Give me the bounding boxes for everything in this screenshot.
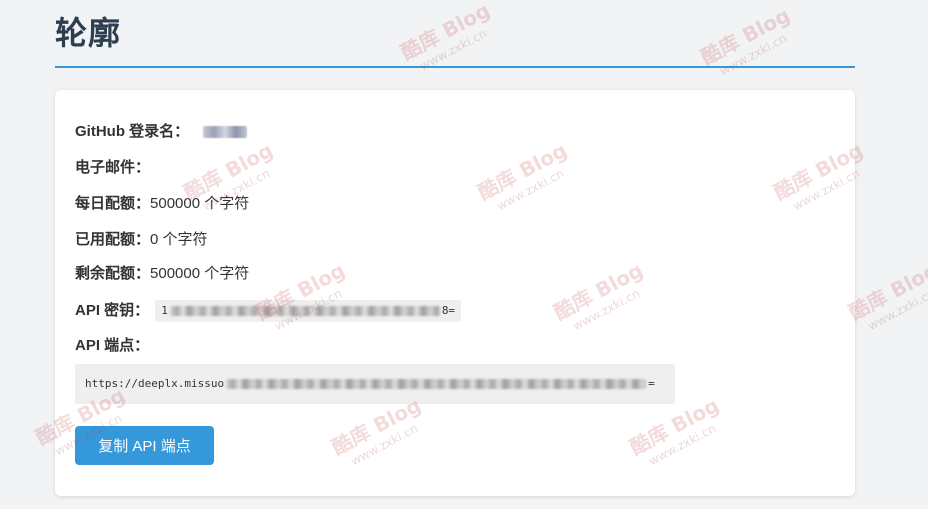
api-key-label: API 密钥：: [75, 301, 150, 319]
profile-page: 轮廓 GitHub 登录名： 电子邮件： 每日配额：500000 个字符 已用配…: [0, 0, 928, 509]
daily-quota-value: 500000 个字符: [150, 195, 250, 212]
api-key-prefix: 1: [161, 304, 168, 317]
watermark: 酷库 Blog www.zxki.cn: [695, 0, 801, 83]
github-login-row: GitHub 登录名：: [75, 122, 248, 142]
daily-quota-label: 每日配额：: [75, 195, 151, 212]
api-endpoint-value[interactable]: https://deeplx.missuo =: [75, 364, 675, 404]
daily-quota-row: 每日配额：500000 个字符: [75, 194, 249, 214]
api-key-redacted: [169, 306, 440, 316]
api-endpoint-row: API 端点：: [75, 336, 149, 356]
api-key-row: API 密钥： 1 8=: [75, 300, 462, 322]
remaining-quota-row: 剩余配额：500000 个字符: [75, 264, 249, 284]
used-quota-label: 已用配额：: [75, 231, 151, 248]
watermark-site: www.zxki.cn: [717, 31, 790, 79]
watermark-brand: 酷库 Blog: [696, 2, 794, 70]
email-label: 电子邮件：: [75, 159, 151, 176]
used-quota-row: 已用配额：0 个字符: [75, 230, 208, 250]
api-endpoint-suffix: =: [648, 377, 655, 390]
profile-card: GitHub 登录名： 电子邮件： 每日配额：500000 个字符 已用配额：0…: [55, 90, 855, 496]
watermark-brand: 酷库 Blog: [844, 257, 928, 325]
api-key-suffix: 8=: [441, 304, 456, 317]
title-divider: [55, 66, 855, 68]
github-login-label: GitHub 登录名：: [75, 123, 190, 140]
remaining-quota-label: 剩余配额：: [75, 265, 151, 282]
api-key-value[interactable]: 1 8=: [155, 300, 462, 322]
github-login-value-redacted: [203, 126, 248, 139]
api-endpoint-label: API 端点：: [75, 337, 150, 354]
watermark-brand: 酷库 Blog: [396, 0, 494, 65]
email-row: 电子邮件：: [75, 158, 150, 178]
watermark-site: www.zxki.cn: [865, 286, 928, 334]
page-title: 轮廓: [55, 15, 122, 51]
api-endpoint-redacted: [226, 379, 647, 389]
watermark: 酷库 Blog www.zxki.cn: [843, 254, 928, 338]
remaining-quota-value: 500000 个字符: [150, 265, 250, 282]
copy-api-endpoint-button[interactable]: 复制 API 端点: [75, 426, 214, 465]
api-endpoint-prefix: https://deeplx.missuo: [85, 377, 225, 390]
used-quota-value: 0 个字符: [150, 231, 208, 248]
